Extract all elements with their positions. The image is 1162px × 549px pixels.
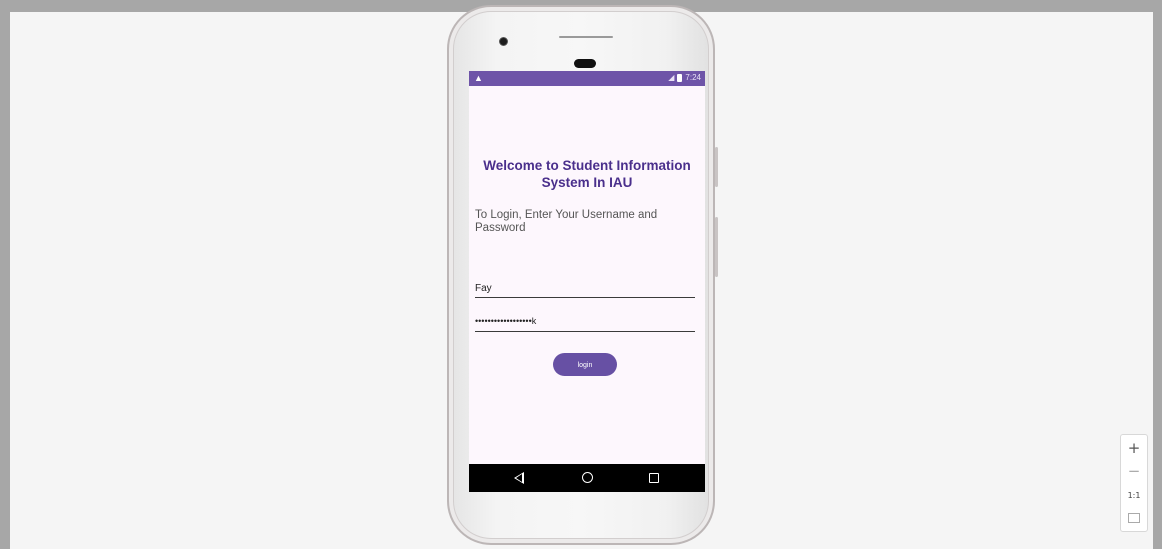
home-icon[interactable] [582, 472, 593, 483]
recents-icon[interactable] [649, 473, 659, 483]
battery-icon [677, 73, 683, 82]
warning-icon: ▲ [474, 73, 483, 83]
signal-icon: ◢ [668, 73, 675, 82]
navigation-bar [469, 464, 705, 492]
zoom-controls: + − 1:1 [1120, 434, 1148, 532]
speaker-grille [559, 36, 613, 38]
status-bar-right: ◢ 7:24 [668, 73, 701, 82]
back-icon[interactable] [514, 472, 524, 484]
front-camera-icon [499, 37, 508, 46]
phone-device-frame: ▲ ◢ 7:24 Welcome to Student Information … [447, 5, 718, 545]
phone-screen: ▲ ◢ 7:24 Welcome to Student Information … [469, 71, 705, 492]
status-bar: ▲ ◢ 7:24 [469, 71, 705, 86]
password-input[interactable]: ••••••••••••••••••k [475, 316, 695, 332]
login-instructions: To Login, Enter Your Username and Passwo… [475, 209, 658, 234]
fit-screen-icon[interactable] [1128, 513, 1140, 523]
username-input[interactable]: Fay [475, 283, 695, 298]
volume-button [715, 147, 718, 187]
zoom-in-button[interactable]: + [1121, 438, 1147, 460]
power-button [715, 217, 718, 277]
earpiece-icon [574, 59, 596, 68]
zoom-out-button[interactable]: − [1121, 461, 1147, 483]
status-time: 7:24 [685, 73, 701, 82]
login-button[interactable]: login [553, 353, 617, 376]
page-title: Welcome to Student Information System In… [483, 158, 691, 190]
zoom-reset-button[interactable]: 1:1 [1121, 486, 1147, 508]
